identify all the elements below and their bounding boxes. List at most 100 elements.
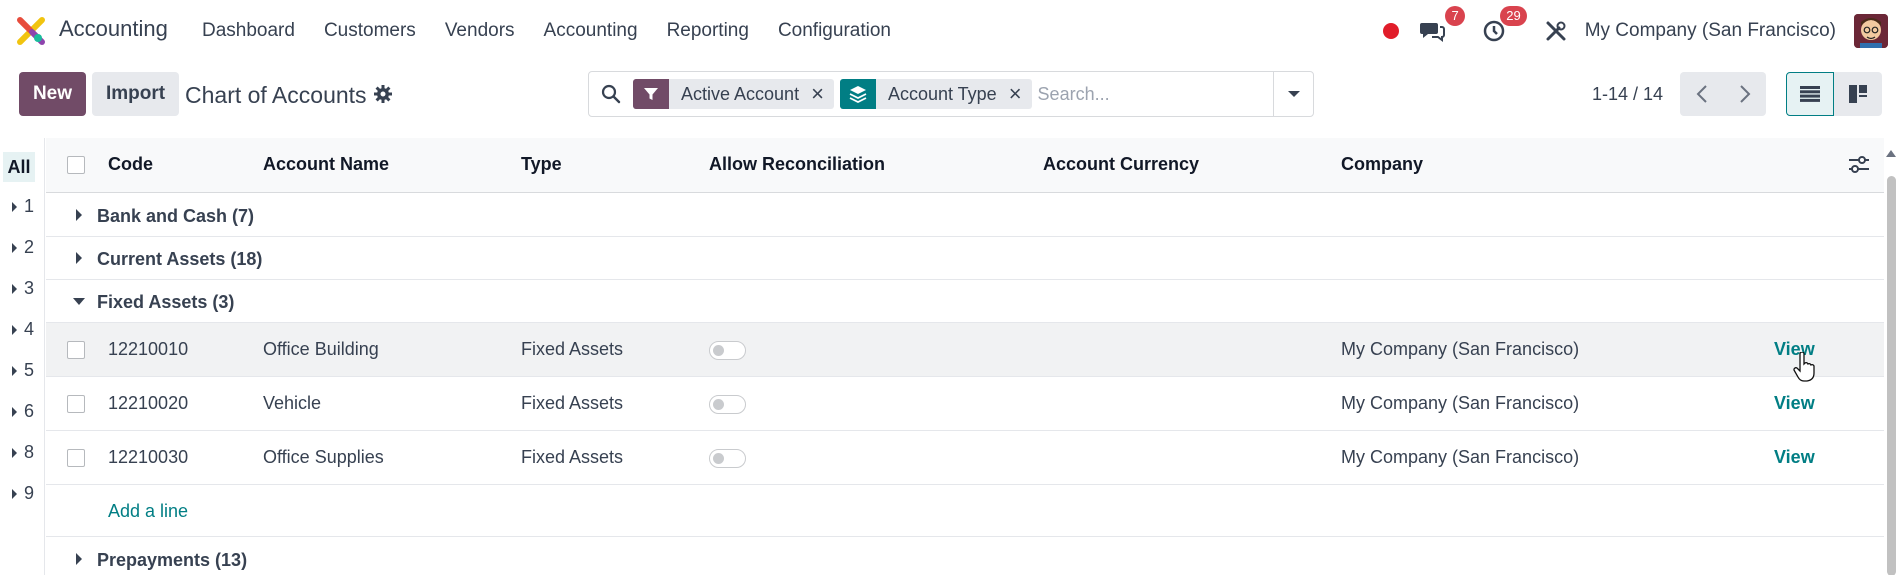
cell-type: Fixed Assets xyxy=(521,339,624,359)
row-checkbox[interactable] xyxy=(67,449,85,467)
allow-reconciliation-toggle[interactable] xyxy=(709,449,746,468)
group-row-prepayments[interactable]: Prepayments (13) xyxy=(46,538,1884,575)
kanban-view-button[interactable] xyxy=(1834,72,1882,116)
caret-down-icon xyxy=(1287,91,1300,97)
activities-button[interactable]: 29 xyxy=(1481,6,1527,44)
add-a-line-link[interactable]: Add a line xyxy=(108,501,188,522)
facet-account-type: Account Type × xyxy=(839,79,1032,109)
vertical-scrollbar[interactable] xyxy=(1884,148,1898,575)
table-row[interactable]: 12210020 Vehicle Fixed Assets My Company… xyxy=(46,377,1884,431)
menu-configuration[interactable]: Configuration xyxy=(778,20,891,42)
group-row-bank-and-cash[interactable]: Bank and Cash (7) xyxy=(46,194,1884,237)
caret-right-icon xyxy=(76,553,82,565)
messages-badge: 7 xyxy=(1445,6,1465,26)
caret-right-icon xyxy=(12,242,17,253)
page-title[interactable]: Chart of Accounts xyxy=(185,82,367,109)
column-header-allow-reconciliation[interactable]: Allow Reconciliation xyxy=(709,154,885,175)
search-input[interactable] xyxy=(1037,83,1268,105)
column-header-type[interactable]: Type xyxy=(521,154,562,175)
row-checkbox[interactable] xyxy=(67,341,85,359)
cell-company: My Company (San Francisco) xyxy=(1341,447,1580,467)
cell-company: My Company (San Francisco) xyxy=(1341,393,1580,413)
add-line-row: Add a line xyxy=(46,485,1884,537)
scroll-up-arrow-icon[interactable] xyxy=(1886,150,1896,157)
menu-reporting[interactable]: Reporting xyxy=(667,20,749,42)
allow-reconciliation-toggle[interactable] xyxy=(709,395,746,414)
menu-accounting[interactable]: Accounting xyxy=(544,20,638,42)
optional-columns-sliders-icon[interactable] xyxy=(1848,155,1870,175)
select-all-checkbox[interactable] xyxy=(67,156,85,174)
facet-label: Active Account xyxy=(681,83,800,104)
filter-icon xyxy=(633,79,669,109)
import-button[interactable]: Import xyxy=(92,72,179,116)
menu-vendors[interactable]: Vendors xyxy=(445,20,515,42)
side-filter-item[interactable]: 9 xyxy=(0,483,44,504)
scrollbar-thumb[interactable] xyxy=(1887,176,1896,575)
view-button[interactable]: View xyxy=(1774,393,1815,414)
company-switcher[interactable]: My Company (San Francisco) xyxy=(1585,20,1836,42)
activities-badge: 29 xyxy=(1500,6,1527,26)
cell-account-name: Vehicle xyxy=(263,393,322,413)
column-header-account-name[interactable]: Account Name xyxy=(263,154,389,175)
side-filter-item[interactable]: 6 xyxy=(0,401,44,422)
layers-icon xyxy=(839,79,876,109)
cell-account-name: Office Supplies xyxy=(263,447,384,467)
caret-right-icon xyxy=(76,209,82,221)
chevron-left-icon xyxy=(1696,85,1707,103)
caret-down-icon xyxy=(73,298,85,305)
column-header-company[interactable]: Company xyxy=(1341,154,1423,175)
accounting-app-icon[interactable] xyxy=(16,16,46,46)
caret-right-icon xyxy=(12,406,17,417)
caret-right-icon xyxy=(76,252,82,264)
pager-previous-button[interactable] xyxy=(1680,72,1723,116)
group-row-fixed-assets[interactable]: Fixed Assets (3) xyxy=(46,280,1884,323)
list-view-button[interactable] xyxy=(1786,72,1834,116)
group-label: Prepayments (13) xyxy=(97,550,248,570)
menu-customers[interactable]: Customers xyxy=(324,20,416,42)
user-avatar[interactable] xyxy=(1854,14,1888,48)
caret-right-icon xyxy=(12,365,17,376)
side-filter-item[interactable]: 1 xyxy=(0,196,44,217)
pager-next-button[interactable] xyxy=(1723,72,1766,116)
view-button[interactable]: View xyxy=(1774,447,1815,468)
menu-dashboard[interactable]: Dashboard xyxy=(202,20,295,42)
gear-icon[interactable] xyxy=(373,84,393,104)
group-label: Current Assets (18) xyxy=(97,249,263,269)
side-filter-item[interactable]: 8 xyxy=(0,442,44,463)
pager-value[interactable]: 1-14 / 14 xyxy=(1592,84,1663,105)
search-bar: Active Account × Account Type × xyxy=(588,71,1314,117)
column-header-account-currency[interactable]: Account Currency xyxy=(1043,154,1199,175)
table-row[interactable]: 12210030 Office Supplies Fixed Assets My… xyxy=(46,431,1884,485)
search-icon[interactable] xyxy=(589,72,633,116)
group-row-current-assets[interactable]: Current Assets (18) xyxy=(46,237,1884,280)
hand-pointer-cursor-icon xyxy=(1793,352,1815,382)
side-filter-item[interactable]: 5 xyxy=(0,360,44,381)
side-filter-all[interactable]: All xyxy=(3,152,35,182)
facet-active-account: Active Account × xyxy=(633,79,834,109)
debug-tools-button[interactable] xyxy=(1543,18,1569,44)
side-filter-item[interactable]: 4 xyxy=(0,319,44,340)
remove-facet-close-icon[interactable]: × xyxy=(811,83,834,105)
navbar-systray: 7 29 My Company (San Francisco) xyxy=(1382,6,1888,50)
main-menu: Dashboard Customers Vendors Accounting R… xyxy=(202,20,920,42)
column-header-code[interactable]: Code xyxy=(108,154,153,175)
side-filter-item[interactable]: 2 xyxy=(0,237,44,258)
group-label: Bank and Cash (7) xyxy=(97,206,255,226)
new-button[interactable]: New xyxy=(19,72,86,116)
app-name[interactable]: Accounting xyxy=(59,16,168,42)
row-checkbox[interactable] xyxy=(67,395,85,413)
table-row[interactable]: 12210010 Office Building Fixed Assets My… xyxy=(46,323,1884,377)
cell-company: My Company (San Francisco) xyxy=(1341,339,1580,359)
search-options-toggle[interactable] xyxy=(1273,72,1313,116)
group-label: Fixed Assets (3) xyxy=(97,292,235,312)
caret-right-icon xyxy=(12,283,17,294)
allow-reconciliation-toggle[interactable] xyxy=(709,341,746,360)
facet-label: Account Type xyxy=(887,83,997,104)
remove-facet-close-icon[interactable]: × xyxy=(1009,83,1032,105)
chat-icon xyxy=(1419,23,1445,42)
list-icon xyxy=(1800,86,1820,102)
cell-code: 12210010 xyxy=(108,339,189,359)
messages-button[interactable]: 7 xyxy=(1419,6,1465,44)
recording-indicator-icon[interactable] xyxy=(1382,23,1399,39)
side-filter-item[interactable]: 3 xyxy=(0,278,44,299)
